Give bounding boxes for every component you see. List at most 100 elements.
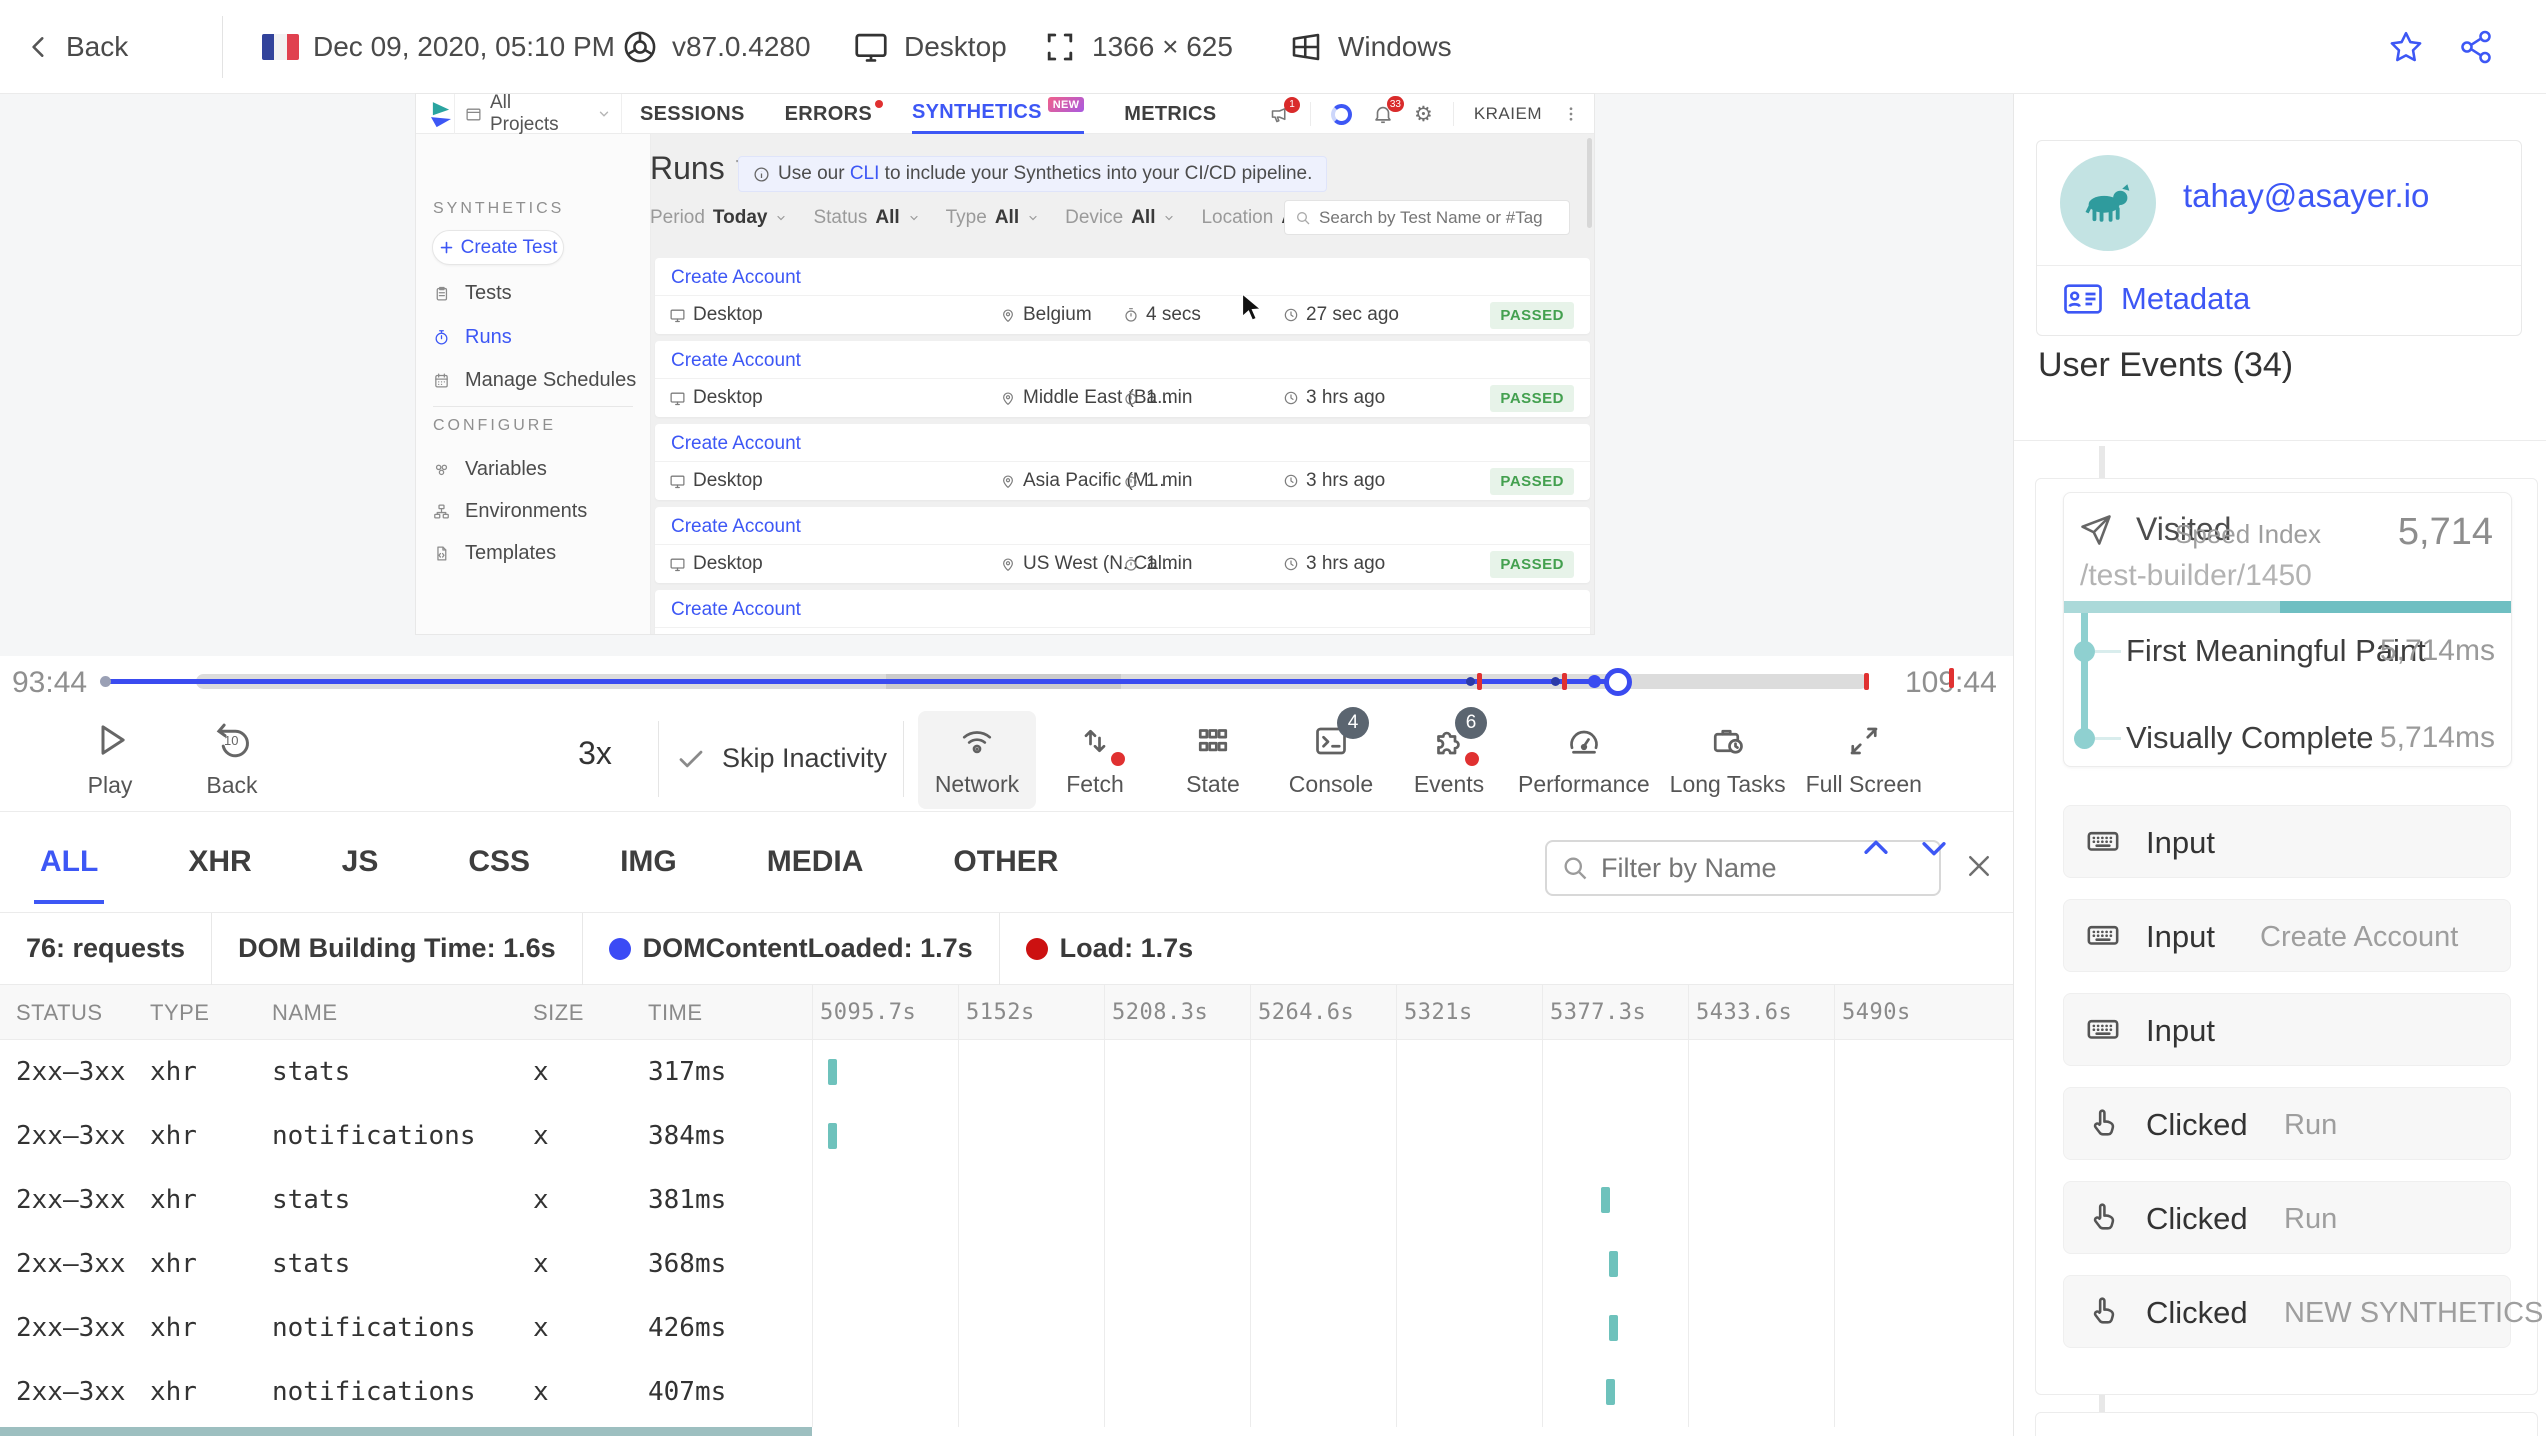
mini-sidebar-item-tests[interactable]: Tests bbox=[433, 282, 512, 305]
gear-icon[interactable]: ⚙ bbox=[1414, 102, 1433, 127]
mini-search-input[interactable] bbox=[1319, 208, 1549, 228]
run-name-link[interactable]: Create Account bbox=[671, 433, 801, 455]
project-selector[interactable]: All Projects bbox=[454, 94, 622, 134]
monitor-sm-icon bbox=[669, 473, 686, 490]
mini-sidebar-item-environments[interactable]: Environments bbox=[433, 500, 587, 523]
column-header-type[interactable]: TYPE bbox=[150, 985, 209, 1040]
run-card[interactable]: Create Account Desktop Asia Pacific (M..… bbox=[655, 424, 1590, 500]
check-icon bbox=[676, 744, 706, 774]
network-tab-img[interactable]: IMG bbox=[620, 812, 677, 912]
metadata-button[interactable]: Metadata bbox=[2063, 281, 2250, 317]
mini-sidebar-item-variables[interactable]: Variables bbox=[433, 458, 547, 481]
user-event-clicked[interactable]: Clicked Run bbox=[2063, 1181, 2511, 1254]
network-request-row[interactable]: 2xx–3xx xhr notifications x 426ms bbox=[0, 1296, 2013, 1360]
os-info: Windows bbox=[1288, 0, 1452, 94]
network-filter-input[interactable] bbox=[1601, 853, 1901, 884]
timeline-handle[interactable] bbox=[1604, 668, 1632, 696]
skip-inactivity-toggle[interactable]: Skip Inactivity bbox=[676, 743, 887, 774]
summary-item: DOM Building Time: 1.6s bbox=[212, 933, 582, 964]
speed-index-value: 5,714 bbox=[2398, 511, 2493, 554]
event-group-card: Visited Speed Index 5,714 /test-builder/… bbox=[2035, 478, 2538, 1395]
divider bbox=[1453, 102, 1454, 126]
run-card[interactable]: Create Account Desktop Canada (Central) … bbox=[655, 590, 1590, 634]
mini-tab-sessions[interactable]: SESSIONS bbox=[640, 94, 745, 134]
mini-user-menu[interactable]: KRAIEM bbox=[1474, 104, 1542, 124]
mini-search-box[interactable] bbox=[1284, 200, 1570, 235]
column-header-name[interactable]: NAME bbox=[272, 985, 338, 1040]
panel-long-tasks[interactable]: Long Tasks bbox=[1660, 711, 1796, 809]
column-header-size[interactable]: SIZE bbox=[533, 985, 584, 1040]
mini-filter-type[interactable]: Type All bbox=[946, 207, 1039, 229]
network-tab-js[interactable]: JS bbox=[342, 812, 379, 912]
mini-sidebar-item-templates[interactable]: Templates bbox=[433, 542, 556, 565]
mini-tab-metrics[interactable]: METRICS bbox=[1124, 94, 1216, 134]
browser-info: v87.0.4280 bbox=[622, 0, 811, 94]
search-icon bbox=[1561, 854, 1589, 882]
run-name-link[interactable]: Create Account bbox=[671, 267, 801, 289]
panel-network[interactable]: Network bbox=[918, 711, 1036, 809]
panel-state[interactable]: State bbox=[1154, 711, 1272, 809]
column-header-status[interactable]: STATUS bbox=[16, 985, 103, 1040]
panel-events[interactable]: 6 Events bbox=[1390, 711, 1508, 809]
share-button[interactable] bbox=[2458, 0, 2494, 94]
network-request-row[interactable]: 2xx–3xx xhr stats x 317ms bbox=[0, 1040, 2013, 1104]
speed-toggle[interactable]: 3x bbox=[560, 735, 630, 772]
request-time: 368ms bbox=[648, 1232, 726, 1296]
network-tab-all[interactable]: ALL bbox=[40, 812, 98, 912]
announcements-icon[interactable]: 1 bbox=[1269, 104, 1290, 125]
user-event-clicked[interactable]: Clicked NEW SYNTHETICS bbox=[2063, 1275, 2511, 1348]
run-name-link[interactable]: Create Account bbox=[671, 350, 801, 372]
back-button[interactable]: Back bbox=[26, 0, 128, 94]
visited-event-card[interactable]: Visited Speed Index 5,714 /test-builder/… bbox=[2063, 492, 2512, 767]
mini-tab-errors[interactable]: ERRORS bbox=[785, 94, 872, 134]
mini-scrollbar[interactable] bbox=[1587, 138, 1592, 228]
mini-tab-synthetics[interactable]: SYNTHETICS NEW bbox=[912, 94, 1084, 134]
network-request-row[interactable]: 2xx–3xx xhr notifications x 384ms bbox=[0, 1104, 2013, 1168]
play-button[interactable]: Play bbox=[55, 719, 165, 799]
favorite-button[interactable] bbox=[2388, 0, 2424, 94]
network-tab-media[interactable]: MEDIA bbox=[767, 812, 864, 912]
create-test-button[interactable]: Create Test bbox=[432, 230, 564, 265]
mini-filter-device[interactable]: Device All bbox=[1065, 207, 1175, 229]
network-request-row[interactable]: 2xx–3xx xhr notifications x 407ms bbox=[0, 1360, 2013, 1424]
mini-filter-status[interactable]: Status All bbox=[813, 207, 919, 229]
france-flag-icon bbox=[262, 34, 299, 60]
close-panel-button[interactable] bbox=[1956, 838, 2002, 894]
panel-console[interactable]: 4 Console bbox=[1272, 711, 1390, 809]
more-dots-icon[interactable] bbox=[1562, 105, 1580, 123]
network-tab-other[interactable]: OTHER bbox=[953, 812, 1058, 912]
mini-sidebar-item-runs[interactable]: Runs bbox=[433, 326, 512, 349]
panel-performance[interactable]: Performance bbox=[1508, 711, 1660, 809]
network-request-row[interactable]: 2xx–3xx xhr stats x 368ms bbox=[0, 1232, 2013, 1296]
network-request-row[interactable]: 2xx–3xx xhr stats x 381ms bbox=[0, 1168, 2013, 1232]
run-card[interactable]: Create Account Desktop Belgium 4 secs 27… bbox=[655, 258, 1590, 334]
run-device: Desktop bbox=[669, 545, 763, 583]
state-icon bbox=[1195, 723, 1231, 759]
panel-fetch[interactable]: Fetch bbox=[1036, 711, 1154, 809]
mini-filter-period[interactable]: Period Today bbox=[650, 207, 787, 229]
mini-sidebar-item-manage-schedules[interactable]: Manage Schedules bbox=[433, 369, 636, 392]
chevron-down-icon[interactable] bbox=[1917, 831, 1951, 865]
run-card[interactable]: Create Account Desktop Middle East (Ba..… bbox=[655, 341, 1590, 417]
network-tab-css[interactable]: CSS bbox=[468, 812, 530, 912]
cli-link[interactable]: CLI bbox=[850, 163, 880, 184]
user-event-input[interactable]: Input Create Account bbox=[2063, 899, 2511, 972]
user-email-link[interactable]: tahay@asayer.io bbox=[2183, 177, 2429, 215]
run-name-link[interactable]: Create Account bbox=[671, 599, 801, 621]
column-header-time[interactable]: TIME bbox=[648, 985, 703, 1040]
chevron-up-icon[interactable] bbox=[1859, 831, 1893, 865]
run-name-link[interactable]: Create Account bbox=[671, 516, 801, 538]
run-time-ago: 3 hrs ago bbox=[1283, 462, 1385, 500]
back-10s-button[interactable]: 10 Back bbox=[177, 719, 287, 799]
share-icon bbox=[2458, 29, 2494, 65]
panel-full-screen[interactable]: Full Screen bbox=[1796, 711, 1932, 809]
user-event-clicked[interactable]: Clicked Run bbox=[2063, 1087, 2511, 1160]
bell-icon[interactable]: 33 bbox=[1372, 103, 1394, 125]
horizontal-scrollbar[interactable] bbox=[0, 1427, 812, 1436]
user-event-input[interactable]: Input bbox=[2063, 805, 2511, 878]
network-tab-xhr[interactable]: XHR bbox=[188, 812, 251, 912]
run-duration: 1 min bbox=[1123, 379, 1192, 417]
run-card[interactable]: Create Account Desktop US West (N. Cal..… bbox=[655, 507, 1590, 583]
request-size: x bbox=[533, 1360, 549, 1424]
user-event-input[interactable]: Input bbox=[2063, 993, 2511, 1066]
